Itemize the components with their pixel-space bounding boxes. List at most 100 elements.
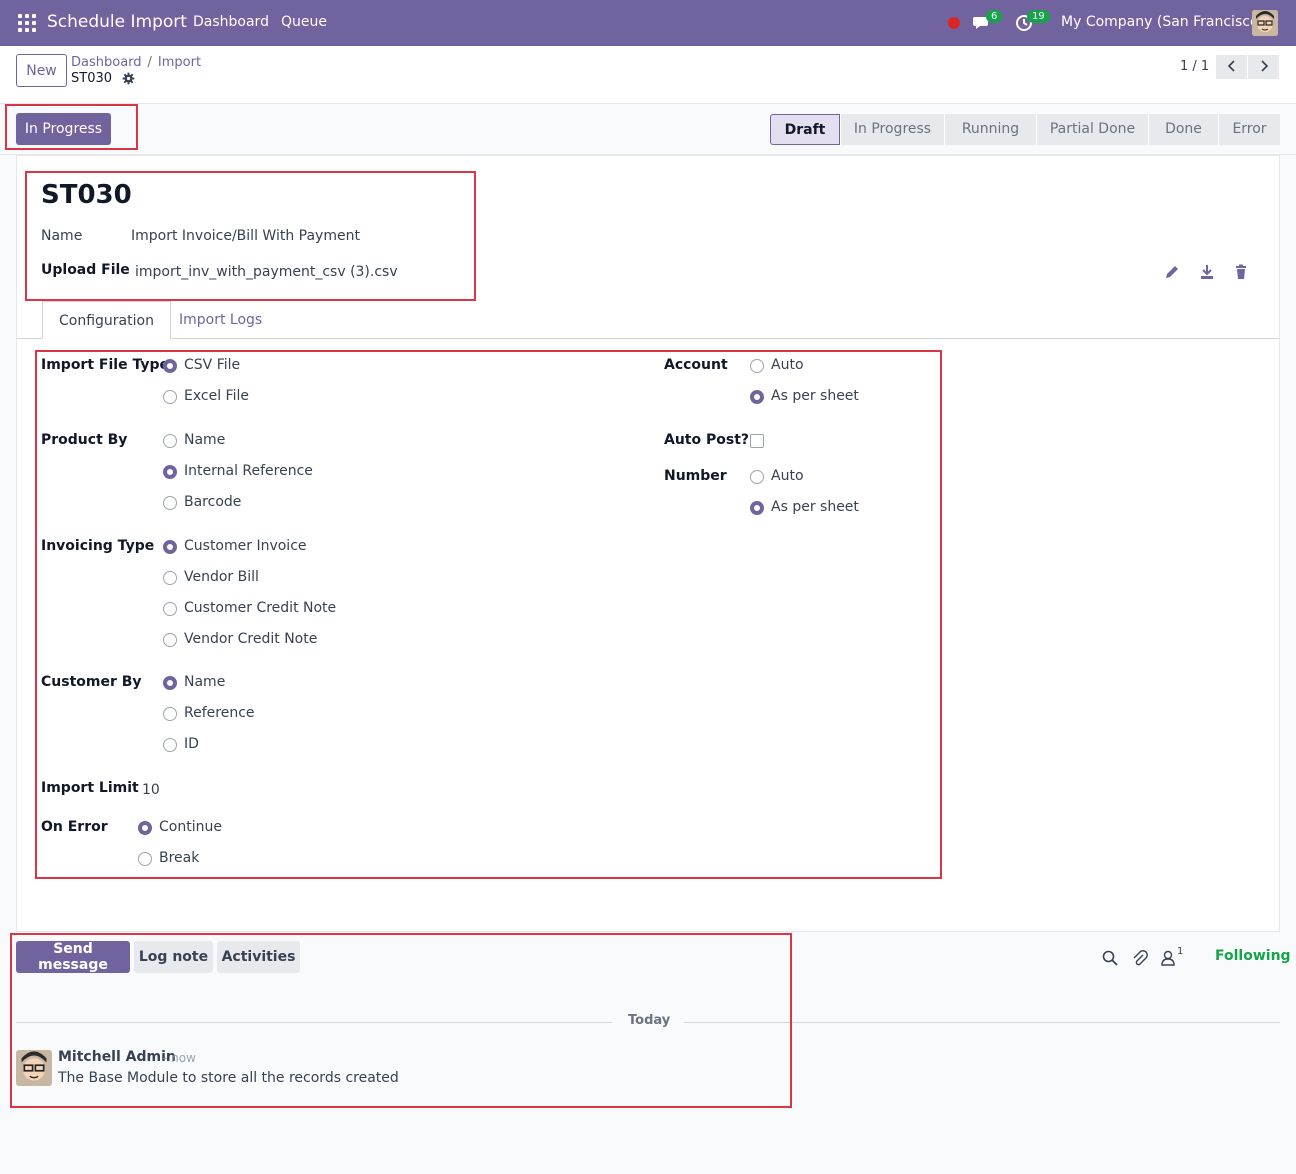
author-face-icon	[16, 1050, 52, 1086]
import-limit-field[interactable]: 10	[142, 782, 160, 798]
radio-barcode[interactable]	[163, 496, 177, 510]
radio-continue[interactable]	[138, 821, 152, 835]
search-icon[interactable]	[1102, 950, 1118, 966]
top-navbar: Schedule Import Dashboard Queue 6 19 My …	[0, 0, 1296, 46]
option-account-as-per-sheet[interactable]: As per sheet	[771, 388, 859, 404]
current-record-name: ST030	[71, 71, 113, 86]
gear-icon[interactable]	[122, 72, 135, 85]
product-by-label: Product By	[41, 432, 128, 448]
send-message-button[interactable]: Send message	[16, 941, 130, 973]
import-limit-label: Import Limit	[41, 780, 139, 796]
radio-product-name[interactable]	[163, 434, 177, 448]
customer-by-label: Customer By	[41, 674, 142, 690]
option-account-auto[interactable]: Auto	[771, 357, 804, 373]
radio-account-auto[interactable]	[750, 359, 764, 373]
app-name[interactable]: Schedule Import	[47, 12, 187, 32]
option-vendor-bill[interactable]: Vendor Bill	[184, 569, 259, 585]
radio-customer-invoice[interactable]	[163, 540, 177, 554]
import-file-type-label: Import File Type	[41, 357, 169, 373]
option-customer-invoice[interactable]: Customer Invoice	[184, 538, 307, 554]
activities-badge: 19	[1027, 10, 1050, 23]
breadcrumb-dashboard[interactable]: Dashboard	[71, 55, 142, 70]
pager-next-button[interactable]	[1248, 55, 1279, 79]
stage-error[interactable]: Error	[1218, 114, 1280, 145]
option-internal-reference[interactable]: Internal Reference	[184, 463, 313, 479]
activities-button[interactable]: Activities	[217, 941, 300, 973]
breadcrumb-import[interactable]: Import	[158, 55, 201, 70]
following-button[interactable]: Following	[1215, 948, 1291, 964]
apps-menu-icon[interactable]	[18, 14, 36, 32]
trash-icon[interactable]	[1233, 264, 1249, 280]
user-avatar[interactable]	[1252, 10, 1278, 36]
radio-csv-file[interactable]	[163, 359, 177, 373]
control-panel: New Dashboard / Import ST030 1 / 1	[0, 46, 1296, 104]
name-label: Name	[41, 228, 83, 244]
radio-customer-id[interactable]	[163, 738, 177, 752]
radio-customer-reference[interactable]	[163, 707, 177, 721]
number-label: Number	[664, 468, 727, 484]
radio-excel-file[interactable]	[163, 390, 177, 404]
pager-previous-button[interactable]	[1216, 55, 1247, 79]
tab-import-logs[interactable]: Import Logs	[163, 301, 278, 339]
breadcrumb: Dashboard / Import	[71, 55, 201, 70]
stage-pipeline: Draft In Progress Running Partial Done D…	[770, 114, 1280, 145]
chevron-left-icon	[1227, 59, 1235, 72]
message-author-avatar[interactable]	[16, 1050, 52, 1086]
option-customer-name[interactable]: Name	[184, 674, 225, 690]
in-progress-button[interactable]: In Progress	[16, 113, 111, 145]
followers-icon[interactable]	[1161, 950, 1175, 966]
auto-post-checkbox[interactable]	[750, 434, 764, 448]
paperclip-icon[interactable]	[1132, 950, 1148, 966]
option-product-name[interactable]: Name	[184, 432, 225, 448]
option-customer-reference[interactable]: Reference	[184, 705, 255, 721]
log-note-button[interactable]: Log note	[134, 941, 213, 973]
option-customer-id[interactable]: ID	[184, 736, 199, 752]
option-number-as-per-sheet[interactable]: As per sheet	[771, 499, 859, 515]
option-number-auto[interactable]: Auto	[771, 468, 804, 484]
stage-draft[interactable]: Draft	[770, 114, 840, 145]
invoicing-type-label: Invoicing Type	[41, 538, 155, 554]
option-continue[interactable]: Continue	[159, 819, 222, 835]
radio-number-auto[interactable]	[750, 470, 764, 484]
breadcrumb-separator: /	[147, 55, 152, 70]
auto-post-label: Auto Post?	[664, 432, 750, 448]
account-label: Account	[664, 357, 728, 373]
download-icon[interactable]	[1199, 264, 1215, 280]
radio-customer-credit-note[interactable]	[163, 602, 177, 616]
option-csv-file[interactable]: CSV File	[184, 357, 240, 373]
radio-vendor-bill[interactable]	[163, 571, 177, 585]
separator-line-left	[16, 1022, 612, 1023]
radio-break[interactable]	[138, 852, 152, 866]
option-customer-credit-note[interactable]: Customer Credit Note	[184, 600, 336, 616]
radio-vendor-credit-note[interactable]	[163, 633, 177, 647]
company-switcher[interactable]: My Company (San Francisco)	[1061, 14, 1264, 30]
menu-queue[interactable]: Queue	[281, 14, 327, 30]
radio-account-as-per-sheet[interactable]	[750, 390, 764, 404]
message-author[interactable]: Mitchell Admin	[58, 1049, 176, 1065]
radio-number-as-per-sheet[interactable]	[750, 501, 764, 515]
edit-pencil-icon[interactable]	[1164, 264, 1180, 280]
pager-value[interactable]: 1 / 1	[1180, 59, 1209, 74]
option-break[interactable]: Break	[159, 850, 199, 866]
option-vendor-credit-note[interactable]: Vendor Credit Note	[184, 631, 317, 647]
status-bar: In Progress Draft In Progress Running Pa…	[0, 105, 1296, 155]
menu-dashboard[interactable]: Dashboard	[193, 14, 269, 30]
on-error-label: On Error	[41, 819, 108, 835]
separator-line-right	[684, 1022, 1280, 1023]
radio-internal-reference[interactable]	[163, 465, 177, 479]
upload-file-value[interactable]: import_inv_with_payment_csv (3).csv	[135, 264, 398, 280]
option-barcode[interactable]: Barcode	[184, 494, 241, 510]
record-indicator-icon[interactable]	[948, 17, 960, 29]
stage-running[interactable]: Running	[944, 114, 1036, 145]
stage-in-progress[interactable]: In Progress	[840, 114, 944, 145]
stage-done[interactable]: Done	[1148, 114, 1218, 145]
message-body: The Base Module to store all the records…	[58, 1070, 399, 1086]
tab-configuration[interactable]: Configuration	[42, 301, 171, 339]
name-field[interactable]: Import Invoice/Bill With Payment	[131, 228, 360, 244]
option-excel-file[interactable]: Excel File	[184, 388, 249, 404]
new-button[interactable]: New	[16, 54, 67, 87]
chevron-right-icon	[1260, 59, 1268, 72]
stage-partial-done[interactable]: Partial Done	[1036, 114, 1148, 145]
radio-customer-name[interactable]	[163, 676, 177, 690]
message-time: - now	[163, 1051, 196, 1065]
